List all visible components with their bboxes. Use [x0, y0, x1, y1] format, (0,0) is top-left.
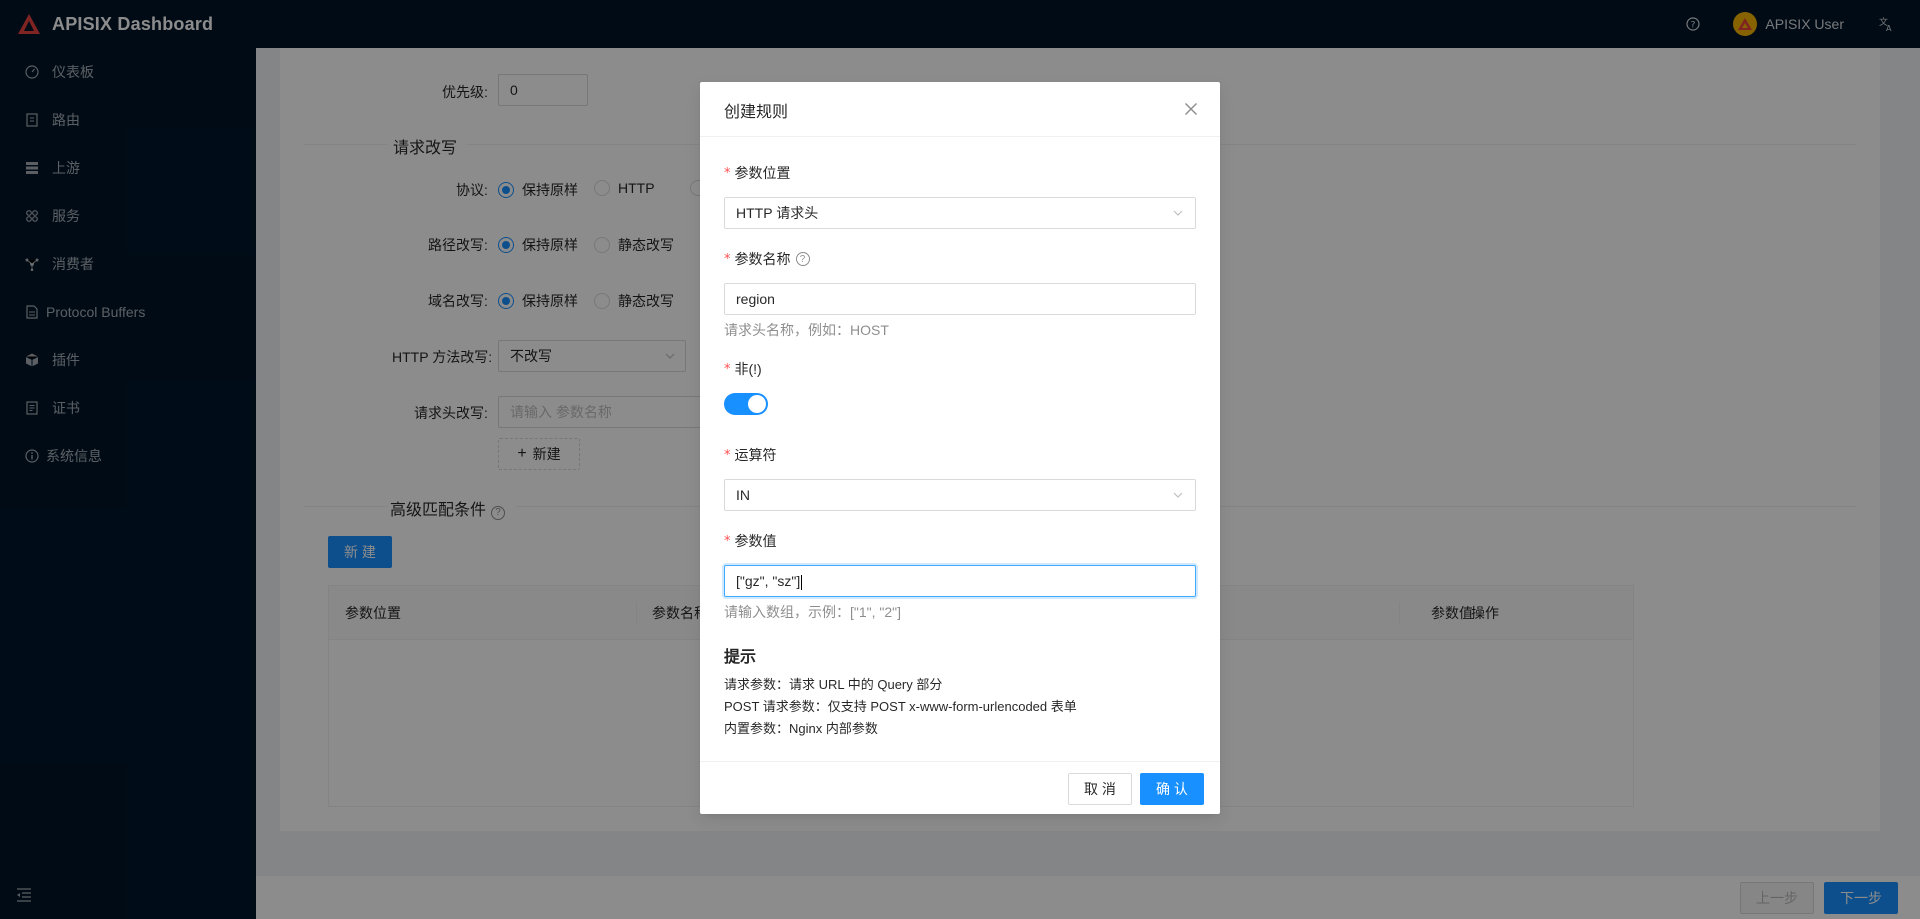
- tip-line: 内置参数：Nginx 内部参数: [724, 721, 878, 736]
- tip-line: 请求参数：请求 URL 中的 Query 部分: [724, 677, 943, 692]
- chevron-down-icon: [1173, 492, 1183, 498]
- cancel-button[interactable]: 取 消: [1068, 773, 1132, 805]
- param-value-input[interactable]: ["gz", "sz"]: [724, 565, 1196, 597]
- cancel-label: 取 消: [1084, 781, 1116, 797]
- param-name-help: 请求头名称，例如：HOST: [724, 322, 889, 338]
- operator-select[interactable]: IN: [724, 479, 1196, 511]
- param-name-input[interactable]: region: [724, 283, 1196, 315]
- position-label: * 参数位置: [724, 165, 791, 181]
- position-select[interactable]: HTTP 请求头: [724, 197, 1196, 229]
- not-label-text: 非(!): [734, 361, 762, 377]
- question-circle-icon[interactable]: ?: [795, 252, 810, 266]
- position-label-text: 参数位置: [734, 165, 791, 181]
- create-rule-modal: 创建规则 * 参数位置 HTTP 请求头 * 参数名称? region 请求头名称，…: [700, 82, 1220, 814]
- chevron-down-icon: [1173, 210, 1183, 216]
- text-cursor: [801, 574, 803, 590]
- modal-header: 创建规则: [700, 82, 1220, 137]
- param-name-value: region: [736, 291, 775, 307]
- close-icon[interactable]: [1180, 98, 1202, 120]
- param-value-value: ["gz", "sz"]: [736, 573, 801, 589]
- operator-select-value: IN: [736, 487, 750, 503]
- position-select-value: HTTP 请求头: [736, 205, 819, 221]
- param-value-label-text: 参数值: [734, 533, 777, 549]
- not-label: * 非(!): [724, 361, 762, 377]
- tip-line: POST 请求参数：仅支持 POST x-www-form-urlencoded…: [724, 699, 1077, 714]
- param-name-label-text: 参数名称: [734, 251, 791, 267]
- param-name-label: * 参数名称?: [724, 249, 810, 269]
- confirm-button[interactable]: 确 认: [1140, 773, 1204, 805]
- switch-knob: [748, 395, 766, 413]
- not-switch[interactable]: [724, 393, 768, 415]
- tip-title: 提示: [724, 649, 757, 666]
- modal-footer: 取 消 确 认: [700, 761, 1220, 814]
- param-value-label: * 参数值: [724, 533, 777, 549]
- param-value-help: 请输入数组，示例：["1", "2"]: [724, 604, 902, 620]
- operator-label-text: 运算符: [734, 447, 777, 463]
- confirm-label: 确 认: [1156, 781, 1188, 797]
- operator-label: * 运算符: [724, 447, 777, 463]
- modal-title: 创建规则: [724, 104, 789, 121]
